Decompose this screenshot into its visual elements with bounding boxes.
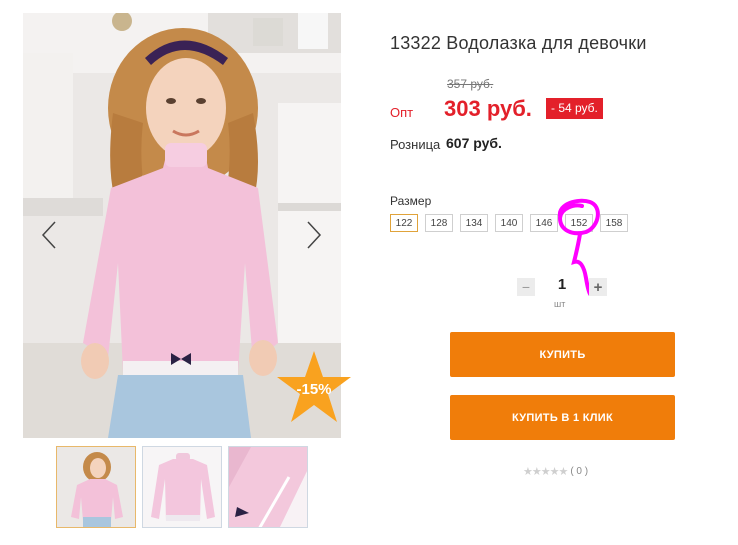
review-count[interactable]: ( 0 )	[570, 466, 588, 477]
quantity-decrease-button[interactable]: −	[517, 278, 535, 296]
gallery-next-button[interactable]	[302, 218, 326, 252]
quantity-unit: шт	[554, 299, 566, 309]
size-option-152[interactable]: 152	[565, 214, 593, 232]
size-option-134[interactable]: 134	[460, 214, 488, 232]
gallery-prev-button[interactable]	[37, 218, 61, 252]
wholesale-label: Опт	[390, 105, 414, 120]
size-selector: 122 128 134 140 146 152 158	[390, 214, 628, 232]
discount-percent: -15%	[296, 380, 332, 398]
buy-one-click-button[interactable]: КУПИТЬ В 1 КЛИК	[450, 395, 675, 440]
retail-label: Розница	[390, 137, 441, 152]
retail-price: 607 руб.	[446, 135, 502, 151]
size-option-140[interactable]: 140	[495, 214, 523, 232]
chevron-left-icon	[41, 221, 56, 249]
old-price: 357 руб.	[447, 77, 494, 91]
buy-button[interactable]: КУПИТЬ	[450, 332, 675, 377]
quantity-value[interactable]: 1	[555, 276, 569, 293]
quantity-increase-button[interactable]: +	[589, 278, 607, 296]
thumbnail-3[interactable]	[228, 446, 308, 528]
product-title: 13322 Водолазка для девочки	[390, 33, 647, 53]
size-label: Размер	[390, 194, 432, 208]
rating-stars-icon[interactable]: ★★★★★	[523, 465, 568, 478]
size-option-146[interactable]: 146	[530, 214, 558, 232]
thumbnail-strip	[56, 446, 308, 528]
size-option-128[interactable]: 128	[425, 214, 453, 232]
chevron-right-icon	[307, 221, 322, 249]
discount-badge: -15%	[274, 349, 354, 429]
thumbnail-1[interactable]	[56, 446, 136, 528]
thumbnail-2[interactable]	[142, 446, 222, 528]
quantity-stepper: − 1 + шт	[517, 276, 609, 312]
size-option-122[interactable]: 122	[390, 214, 418, 232]
product-rating[interactable]: ★★★★★ ( 0 )	[523, 465, 588, 478]
discount-amount-badge: - 54 руб.	[546, 98, 603, 119]
wholesale-price: 303 руб.	[444, 96, 532, 121]
size-option-158[interactable]: 158	[600, 214, 628, 232]
